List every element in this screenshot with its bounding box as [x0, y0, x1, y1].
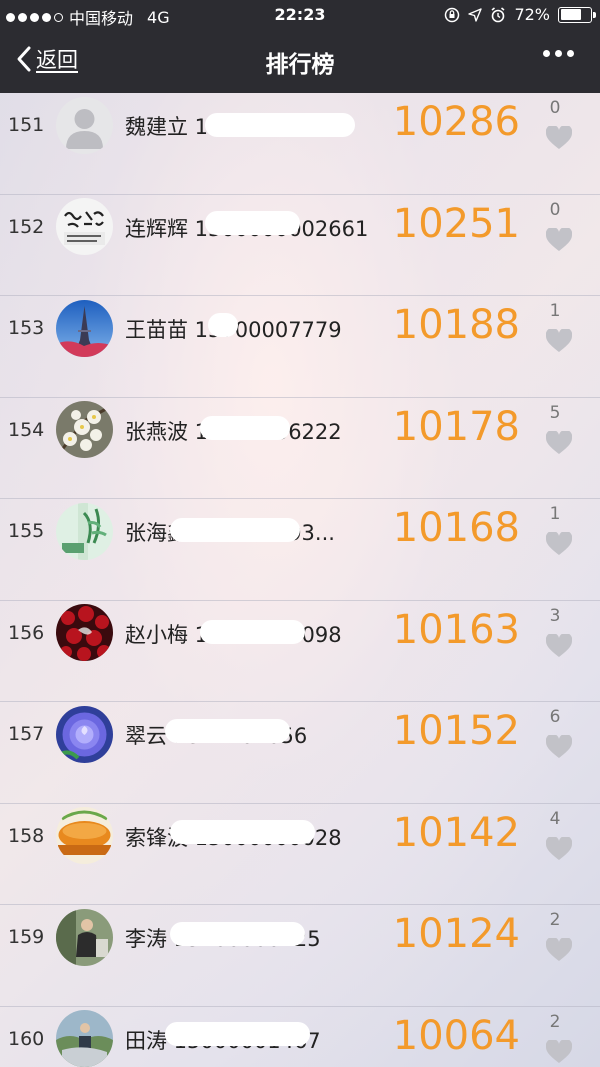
score: 10124: [392, 911, 520, 957]
like-count: 1: [549, 504, 561, 524]
like-count: 2: [549, 1011, 561, 1032]
like-count: 4: [549, 808, 561, 829]
rank-number: 159: [8, 926, 45, 948]
avatar[interactable]: [56, 299, 113, 357]
avatar[interactable]: [56, 705, 113, 763]
score: 10163: [392, 606, 520, 653]
ranking-row[interactable]: 153 王苗苗 15700007779 10188 1: [0, 296, 600, 398]
heart-icon[interactable]: [545, 936, 573, 962]
rank-number: 157: [8, 723, 45, 745]
ranking-row[interactable]: 158索锋波 15000000028101424: [0, 804, 600, 905]
rank-number: 152: [8, 215, 45, 238]
status-bar: 中国移动 4G 22:23 72%: [0, 0, 600, 30]
rank-number: 158: [8, 824, 45, 847]
redaction-mask: [208, 313, 238, 337]
score: 10286: [392, 99, 520, 145]
heart-icon[interactable]: [545, 835, 573, 861]
ranking-row[interactable]: 151魏建立 15031000730102860: [0, 93, 600, 195]
heart-icon[interactable]: [545, 124, 573, 150]
heart-icon[interactable]: [545, 733, 573, 759]
page-title: 排行榜: [265, 52, 335, 78]
ranking-row[interactable]: 155张海鑫 121000693...101681: [0, 499, 600, 601]
redaction-mask: [200, 620, 305, 644]
ranking-row[interactable]: 154张燕波 10011406222101785: [0, 398, 600, 499]
like-count: 0: [549, 98, 561, 118]
ranking-row[interactable]: 157翠云 1317401056101526: [0, 702, 600, 804]
score: 10142: [392, 809, 520, 856]
heart-icon[interactable]: [545, 327, 573, 353]
redaction-mask: [165, 719, 290, 743]
score: 10188: [392, 302, 520, 348]
redaction-mask: [200, 416, 290, 440]
back-label: 返回: [36, 48, 78, 72]
battery-fill: [560, 9, 582, 20]
ranking-list: 151魏建立 15031000730102860152连辉辉 150000000…: [0, 93, 600, 1067]
ranking-row[interactable]: 160田涛 15000001467100642: [0, 1007, 600, 1067]
rank-number: 153: [8, 317, 45, 339]
heart-icon[interactable]: [545, 1038, 573, 1064]
redaction-mask: [205, 211, 300, 235]
like-count: 6: [549, 707, 561, 727]
like-count: 0: [549, 199, 561, 220]
chevron-left-icon: [17, 46, 31, 72]
back-button[interactable]: 返回: [16, 44, 78, 74]
avatar[interactable]: [56, 908, 113, 966]
like-count: 3: [549, 605, 561, 626]
like-count: 2: [549, 910, 561, 930]
score: 10178: [392, 403, 520, 450]
rank-number: 154: [8, 418, 45, 441]
status-right: 72%: [444, 5, 596, 24]
score: 10152: [392, 708, 520, 754]
redaction-mask: [170, 922, 305, 946]
avatar[interactable]: [56, 1010, 113, 1067]
heart-icon[interactable]: [545, 530, 573, 556]
redaction-mask: [170, 518, 300, 542]
rank-number: 155: [8, 520, 45, 542]
avatar[interactable]: [56, 807, 113, 864]
battery-icon: [558, 6, 596, 23]
rank-number: 156: [8, 621, 45, 644]
redaction-mask: [165, 1022, 310, 1046]
rank-number: 160: [8, 1027, 45, 1050]
ranking-row[interactable]: 159李涛 15700000725101242: [0, 905, 600, 1007]
rotation-lock-icon: [445, 7, 460, 22]
ranking-row[interactable]: 152连辉辉 1500000002661102510: [0, 195, 600, 296]
score: 10064: [392, 1012, 520, 1059]
top-bar: 中国移动 4G 22:23 72% 返回 排行榜: [0, 0, 600, 93]
avatar[interactable]: [56, 198, 113, 255]
battery-percent: 72%: [514, 5, 550, 24]
nav-bar: 返回 排行榜: [0, 30, 600, 93]
heart-icon[interactable]: [545, 226, 573, 252]
redaction-mask: [170, 820, 315, 844]
avatar[interactable]: [56, 401, 113, 458]
location-arrow-icon: [468, 7, 483, 22]
heart-icon[interactable]: [545, 429, 573, 455]
alarm-clock-icon: [491, 6, 505, 22]
redaction-mask: [205, 113, 355, 137]
score: 10168: [392, 505, 520, 551]
more-dots-icon[interactable]: [543, 50, 574, 57]
avatar[interactable]: [56, 502, 113, 560]
ranking-row[interactable]: 156赵小梅 15010000098101633: [0, 601, 600, 702]
heart-icon[interactable]: [545, 632, 573, 658]
like-count: 5: [549, 402, 561, 423]
score: 10251: [392, 200, 520, 247]
like-count: 1: [549, 301, 561, 321]
rank-number: 151: [8, 114, 45, 136]
avatar[interactable]: [56, 96, 113, 154]
avatar[interactable]: [56, 604, 113, 661]
